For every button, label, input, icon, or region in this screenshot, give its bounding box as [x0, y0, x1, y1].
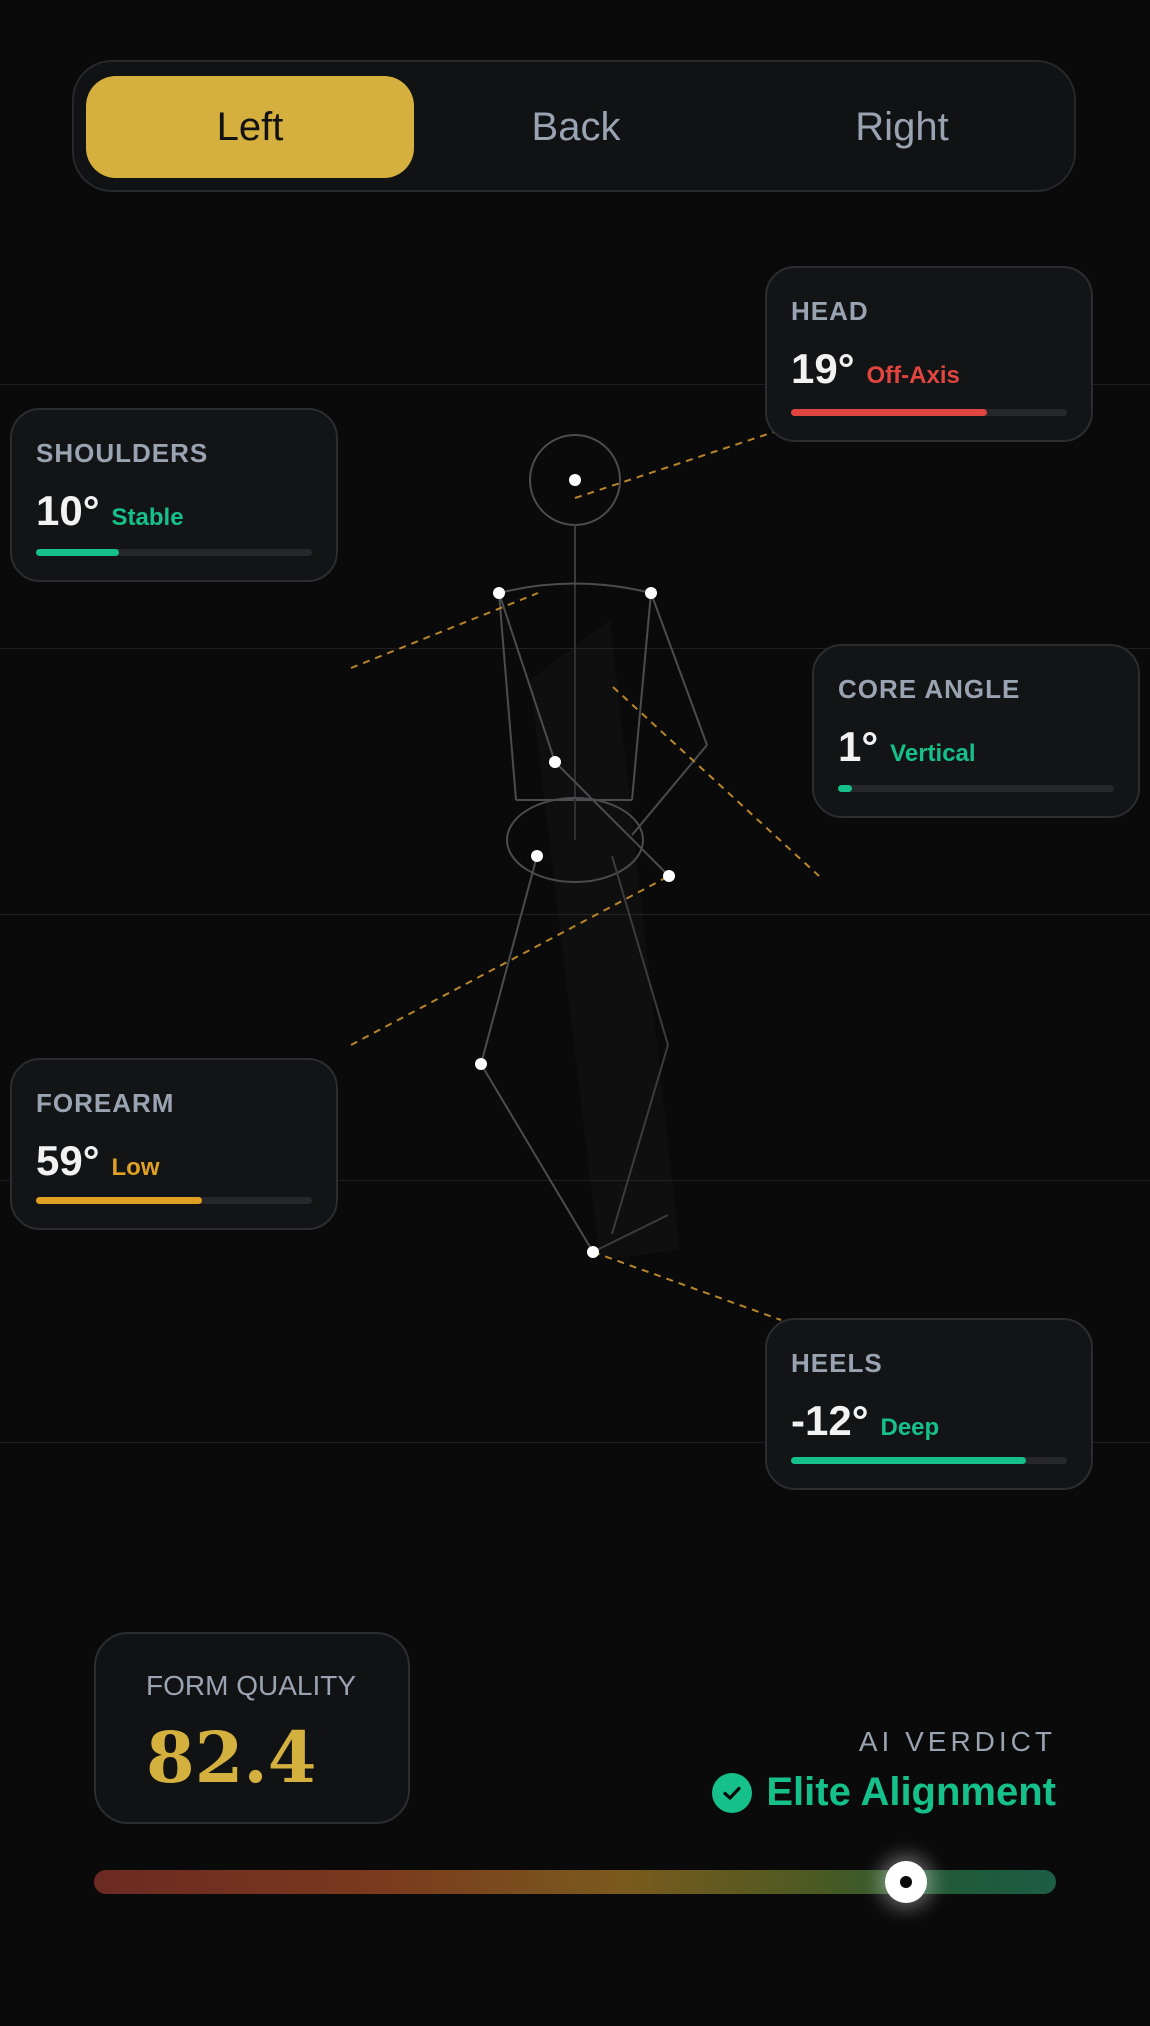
- metric-label: SHOULDERS: [36, 438, 209, 468]
- metric-status: Deep: [880, 1414, 940, 1441]
- joint-elbow: [549, 756, 561, 768]
- body-shadow: [530, 620, 680, 1260]
- torso-right: [631, 592, 652, 801]
- metric-label: HEAD: [791, 296, 869, 326]
- metric-card-shoulders[interactable]: SHOULDERS 10° Stable: [10, 408, 338, 582]
- metric-status: Off-Axis: [866, 362, 960, 389]
- joint-heel: [587, 1246, 599, 1258]
- metric-value: 59°: [36, 1137, 100, 1184]
- connector-heels: [592, 1251, 782, 1321]
- metric-card-core-angle[interactable]: CORE ANGLE 1° Vertical: [812, 644, 1140, 818]
- metric-value: 19°: [791, 345, 855, 392]
- gauge-thumb[interactable]: [884, 1861, 927, 1903]
- metric-label: FOREARM: [36, 1088, 175, 1118]
- metric-bar: [791, 409, 1067, 416]
- connector-core: [612, 686, 820, 877]
- form-quality-score: 82.4: [146, 1716, 317, 1799]
- joint-hip: [531, 850, 543, 862]
- form-quality-card: FORM QUALITY 82.4: [94, 1632, 410, 1824]
- shin-left: [480, 1063, 594, 1253]
- ai-verdict: Elite Alignment: [712, 1770, 1056, 1815]
- metric-status: Stable: [111, 504, 184, 531]
- metric-label: HEELS: [791, 1348, 883, 1378]
- metric-bar-fill: [36, 549, 119, 556]
- joint-shoulder-left: [493, 587, 505, 599]
- forearm-right: [631, 744, 708, 836]
- metric-bar: [791, 1457, 1067, 1464]
- metric-bar-fill: [36, 1197, 202, 1204]
- joint-shoulder-right: [645, 587, 657, 599]
- upper-arm-right: [650, 592, 708, 746]
- metric-bar: [36, 1197, 312, 1204]
- metric-value: -12°: [791, 1397, 869, 1444]
- metric-status: Vertical: [890, 740, 976, 767]
- metric-bar-fill: [791, 1457, 1026, 1464]
- joint-head: [569, 474, 581, 486]
- metric-card-head[interactable]: HEAD 19° Off-Axis: [765, 266, 1093, 442]
- connector-shoulders: [350, 592, 539, 669]
- metric-bar-fill: [838, 785, 852, 792]
- torso-left: [498, 592, 517, 801]
- thigh-left: [480, 855, 538, 1065]
- joint-knee: [475, 1058, 487, 1070]
- metric-bar-fill: [791, 409, 987, 416]
- ai-verdict-text: Elite Alignment: [766, 1770, 1056, 1814]
- form-quality-label: FORM QUALITY: [146, 1670, 357, 1701]
- connector-head: [574, 423, 799, 499]
- alignment-gauge: [94, 1861, 1056, 1903]
- ai-verdict-label: AI VERDICT: [858, 1726, 1056, 1757]
- metric-label: CORE ANGLE: [838, 674, 1021, 704]
- metric-value: 1°: [838, 723, 879, 770]
- gauge-thumb-dot: [899, 1876, 912, 1888]
- metric-value: 10°: [36, 487, 100, 534]
- metric-status: Low: [111, 1154, 160, 1181]
- metric-bar: [838, 785, 1114, 792]
- metric-bar: [36, 549, 312, 556]
- metric-card-heels[interactable]: HEELS -12° Deep: [765, 1318, 1093, 1490]
- metric-card-forearm[interactable]: FOREARM 59° Low: [10, 1058, 338, 1230]
- check-circle-icon: [712, 1772, 753, 1813]
- joint-wrist: [663, 870, 675, 882]
